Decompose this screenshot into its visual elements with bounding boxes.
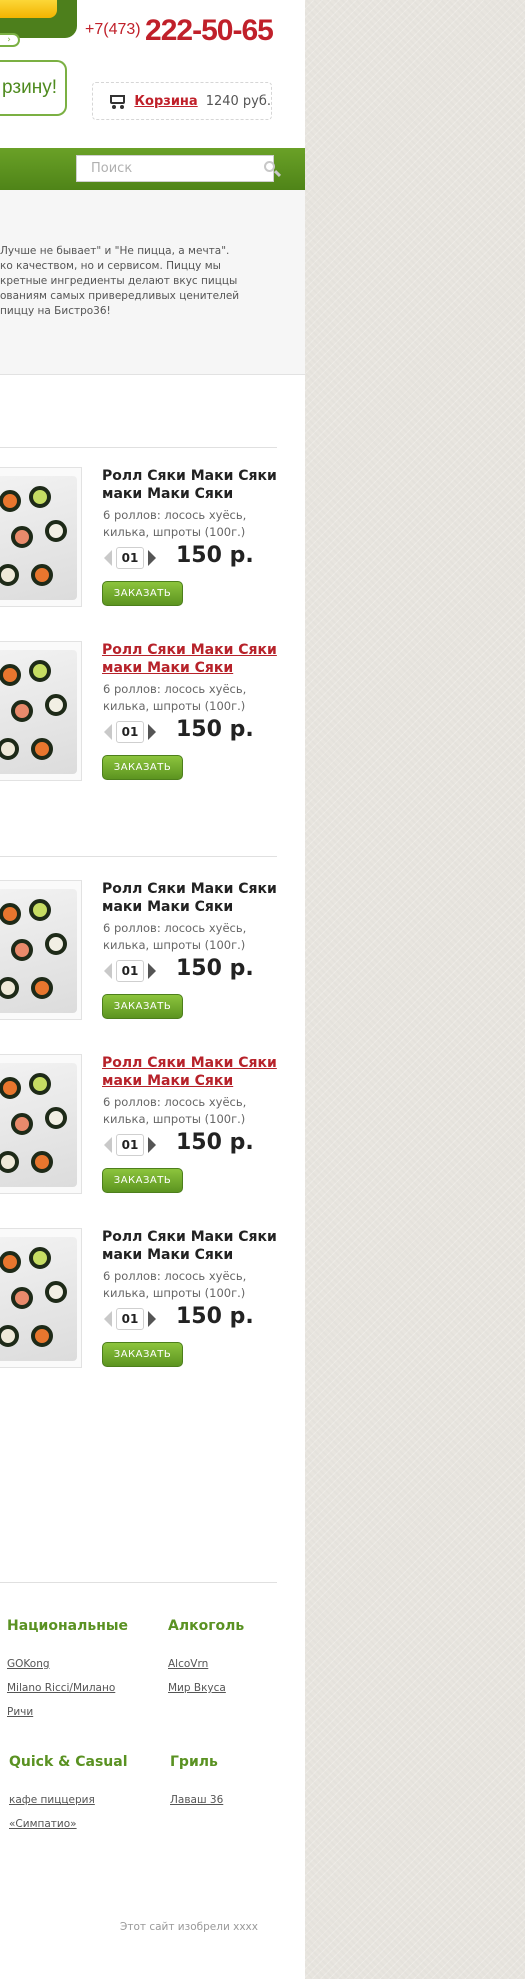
product-title-link[interactable]: Ролл Сяки Маки Сяки маки Маки Сяки — [102, 1054, 282, 1090]
product-title-link[interactable]: Ролл Сяки Маки Сяки маки Маки Сяки — [102, 641, 282, 677]
product-image[interactable] — [0, 467, 82, 607]
quantity-value[interactable]: 01 — [116, 547, 144, 569]
search-input[interactable] — [77, 156, 261, 181]
intro-text: Лучше не бывает" и "Не пицца, а мечта". … — [0, 244, 250, 319]
search-icon[interactable] — [261, 158, 282, 180]
footer-link[interactable]: Лаваш 36 — [170, 1788, 290, 1812]
footer-heading: Quick & Casual — [9, 1754, 128, 1770]
product-card: Ролл Сяки Маки Сяки маки Маки Сяки 6 рол… — [0, 1054, 290, 1214]
section-divider — [0, 447, 277, 448]
shopping-cart-icon — [107, 93, 126, 109]
chevron-right-icon: › — [0, 33, 20, 47]
product-title: Ролл Сяки Маки Сяки маки Маки Сяки — [102, 881, 277, 915]
intro-line: ованиям самых привередливых ценителей — [0, 290, 240, 302]
intro-section: Лучше не бывает" и "Не пицца, а мечта". … — [0, 190, 305, 375]
phone-code: +7(473) — [85, 21, 141, 38]
product-image[interactable] — [0, 1228, 82, 1368]
footer-divider — [0, 1582, 277, 1583]
cart-callout-text: рзину! — [2, 77, 57, 98]
section-divider — [0, 856, 277, 857]
product-price: 150 р. — [176, 1130, 254, 1155]
quantity-stepper: 01 — [104, 1308, 156, 1330]
footer-link[interactable]: «Симпатио» — [9, 1812, 159, 1836]
quantity-value[interactable]: 01 — [116, 721, 144, 743]
product-card: Ролл Сяки Маки Сяки маки Маки Сяки 6 рол… — [0, 1228, 290, 1388]
product-card: Ролл Сяки Маки Сяки маки Маки Сяки 6 рол… — [0, 467, 290, 627]
product-price: 150 р. — [176, 543, 254, 568]
order-button[interactable]: ЗАКАЗАТЬ — [102, 581, 183, 606]
product-price: 150 р. — [176, 956, 254, 981]
promo-badge — [0, 0, 57, 18]
footer-link[interactable]: Мир Вкуса — [168, 1676, 288, 1700]
page-content: › рзину! +7(473) 222-50-65 Корзина 1240 … — [0, 0, 305, 1979]
add-to-cart-callout[interactable]: рзину! — [0, 60, 67, 116]
site-credit: Этот сайт изобрели xxxx — [120, 1921, 258, 1933]
quantity-value[interactable]: 01 — [116, 1308, 144, 1330]
product-card: Ролл Сяки Маки Сяки маки Маки Сяки 6 рол… — [0, 641, 290, 801]
footer-link[interactable]: AlcoVrn — [168, 1652, 288, 1676]
footer-link[interactable]: GOKong — [7, 1652, 157, 1676]
footer-column-national: Национальные GOKong Milano Ricci/Милано … — [7, 1618, 157, 1724]
product-image[interactable] — [0, 641, 82, 781]
order-button[interactable]: ЗАКАЗАТЬ — [102, 755, 183, 780]
product-description: 6 роллов: лосось хуёсь, килька, шпроты (… — [103, 508, 247, 539]
increase-arrow-icon[interactable] — [148, 724, 156, 740]
product-card: Ролл Сяки Маки Сяки маки Маки Сяки 6 рол… — [0, 880, 290, 1040]
intro-line: пиццу на Бистро36! — [0, 305, 111, 317]
product-description: 6 роллов: лосось хуёсь, килька, шпроты (… — [103, 1095, 247, 1126]
quantity-stepper: 01 — [104, 960, 156, 982]
footer-column-grill: Гриль Лаваш 36 — [170, 1754, 290, 1812]
footer-link[interactable]: Milano Ricci/Милано — [7, 1676, 157, 1700]
cart-summary: Корзина 1240 руб. — [92, 82, 272, 120]
cart-link[interactable]: Корзина — [134, 94, 197, 109]
footer-link[interactable]: Ричи — [7, 1700, 157, 1724]
footer-column-alcohol: Алкоголь AlcoVrn Мир Вкуса — [168, 1618, 288, 1700]
increase-arrow-icon[interactable] — [148, 1311, 156, 1327]
decrease-arrow-icon[interactable] — [104, 1137, 112, 1153]
increase-arrow-icon[interactable] — [148, 963, 156, 979]
order-button[interactable]: ЗАКАЗАТЬ — [102, 1168, 183, 1193]
product-image[interactable] — [0, 1054, 82, 1194]
quantity-stepper: 01 — [104, 721, 156, 743]
product-price: 150 р. — [176, 1304, 254, 1329]
cart-sum: 1240 руб. — [205, 93, 271, 109]
order-button[interactable]: ЗАКАЗАТЬ — [102, 994, 183, 1019]
order-button[interactable]: ЗАКАЗАТЬ — [102, 1342, 183, 1367]
phone-digits: 222-50-65 — [145, 14, 274, 47]
increase-arrow-icon[interactable] — [148, 1137, 156, 1153]
decrease-arrow-icon[interactable] — [104, 963, 112, 979]
quantity-value[interactable]: 01 — [116, 960, 144, 982]
product-image[interactable] — [0, 880, 82, 1020]
decrease-arrow-icon[interactable] — [104, 1311, 112, 1327]
footer-link[interactable]: кафе пиццерия — [9, 1788, 159, 1812]
product-title: Ролл Сяки Маки Сяки маки Маки Сяки — [102, 468, 277, 502]
intro-line: ко качеством, но и сервисом. Пиццу мы — [0, 260, 221, 272]
product-description: 6 роллов: лосось хуёсь, килька, шпроты (… — [103, 921, 247, 952]
product-title: Ролл Сяки Маки Сяки маки Маки Сяки — [102, 1229, 277, 1263]
product-description: 6 роллов: лосось хуёсь, килька, шпроты (… — [103, 682, 247, 713]
footer-column-quick-casual: Quick & Casual кафе пиццерия «Симпатио» — [9, 1754, 159, 1836]
product-price: 150 р. — [176, 717, 254, 742]
phone-number: +7(473) 222-50-65 — [85, 14, 274, 48]
footer-heading: Гриль — [170, 1754, 218, 1770]
search-box — [76, 155, 282, 182]
intro-line: кретные ингредиенты делают вкус пиццы — [0, 275, 238, 287]
footer-heading: Алкоголь — [168, 1618, 245, 1634]
increase-arrow-icon[interactable] — [148, 550, 156, 566]
quantity-stepper: 01 — [104, 1134, 156, 1156]
decrease-arrow-icon[interactable] — [104, 550, 112, 566]
footer-heading: Национальные — [7, 1618, 129, 1634]
quantity-stepper: 01 — [104, 547, 156, 569]
intro-line: Лучше не бывает" и "Не пицца, а мечта". — [0, 245, 230, 257]
product-description: 6 роллов: лосось хуёсь, килька, шпроты (… — [103, 1269, 247, 1300]
decrease-arrow-icon[interactable] — [104, 724, 112, 740]
quantity-value[interactable]: 01 — [116, 1134, 144, 1156]
